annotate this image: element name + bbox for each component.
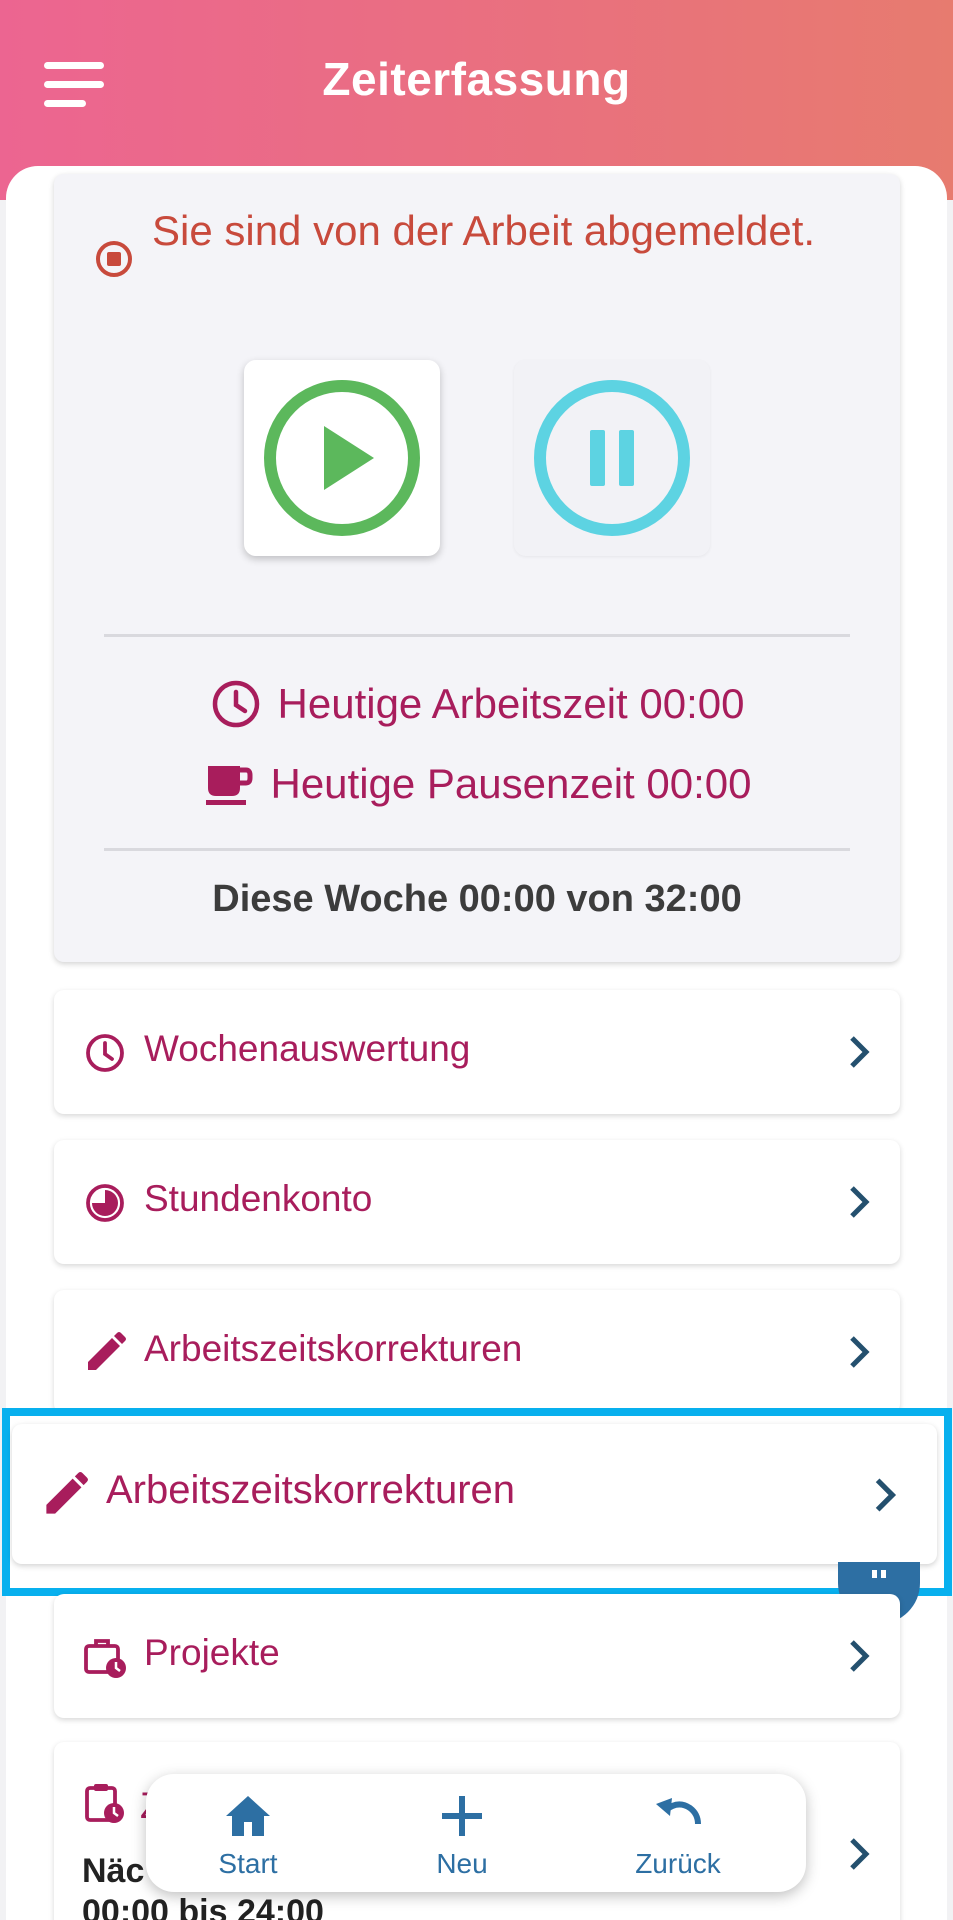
chevron-right-icon (875, 1478, 897, 1512)
divider (104, 634, 850, 637)
menu-item-projekte[interactable]: Projekte (54, 1594, 900, 1718)
start-work-button[interactable] (244, 360, 440, 556)
undo-icon (656, 1798, 701, 1825)
menu-item-stundenkonto[interactable]: Stundenkonto (54, 1140, 900, 1264)
nav-start-button[interactable]: Start (158, 1774, 338, 1892)
pencil-icon (88, 1332, 126, 1370)
chevron-right-icon (850, 1838, 870, 1870)
pencil-icon (46, 1472, 88, 1514)
bottom-navigation: Start Neu Zurück (146, 1774, 806, 1892)
menu-item-label: Projekte (144, 1632, 280, 1673)
menu-item-label: Stundenkonto (144, 1178, 373, 1219)
play-circle-icon (264, 380, 420, 536)
clock-icon (86, 1034, 124, 1072)
time-status-card: Sie sind von der Arbeit abgemeldet. Heut… (54, 174, 900, 962)
nav-new-button[interactable]: Neu (372, 1774, 552, 1892)
today-work-label: Heutige Arbeitszeit 00:00 (277, 680, 745, 727)
today-break-time: Heutige Pausenzeit 00:00 (54, 758, 900, 810)
chevron-right-icon (850, 1336, 870, 1368)
stop-circle-icon (96, 241, 132, 277)
weekly-summary: Diese Woche 00:00 von 32:00 (212, 878, 742, 920)
fab-icon (870, 1570, 888, 1578)
partial-item-time: 00:00 bis 24:00 (82, 1893, 324, 1920)
nav-new-label: Neu (436, 1848, 488, 1879)
menu-item-label: Wochenauswertung (144, 1028, 471, 1069)
plus-icon (442, 1796, 482, 1836)
pause-circle-icon (534, 380, 690, 536)
divider (104, 848, 850, 851)
briefcase-clock-icon (84, 1639, 126, 1678)
clipboard-clock-icon (85, 1784, 124, 1823)
nav-back-button[interactable]: Zurück (588, 1774, 768, 1892)
coffee-cup-icon (206, 766, 253, 805)
page-title: Zeiterfassung (322, 53, 631, 105)
partial-item-subtitle: Näc (82, 1852, 145, 1890)
home-icon (226, 1796, 270, 1836)
today-work-time: Heutige Arbeitszeit 00:00 (54, 678, 900, 730)
menu-item-arbeitszeitskorrekturen[interactable]: Arbeitszeitskorrekturen (54, 1290, 900, 1414)
chevron-right-icon (850, 1186, 870, 1218)
logged-out-status: Sie sind von der Arbeit abgemeldet. (152, 207, 816, 254)
menu-item-label: Arbeitszeitskorrekturen (144, 1328, 523, 1369)
pause-button[interactable] (514, 360, 710, 556)
chevron-right-icon (850, 1640, 870, 1672)
menu-item-arbeitszeitskorrekturen-highlighted[interactable]: Arbeitszeitskorrekturen (12, 1424, 937, 1564)
today-break-label: Heutige Pausenzeit 00:00 (270, 760, 752, 807)
pie-clock-icon (86, 1184, 124, 1222)
nav-start-label: Start (218, 1848, 278, 1879)
clock-icon (212, 680, 259, 728)
chevron-right-icon (850, 1036, 870, 1068)
menu-item-label: Arbeitszeitskorrekturen (106, 1468, 516, 1512)
menu-item-wochenauswertung[interactable]: Wochenauswertung (54, 990, 900, 1114)
nav-back-label: Zurück (635, 1848, 721, 1879)
